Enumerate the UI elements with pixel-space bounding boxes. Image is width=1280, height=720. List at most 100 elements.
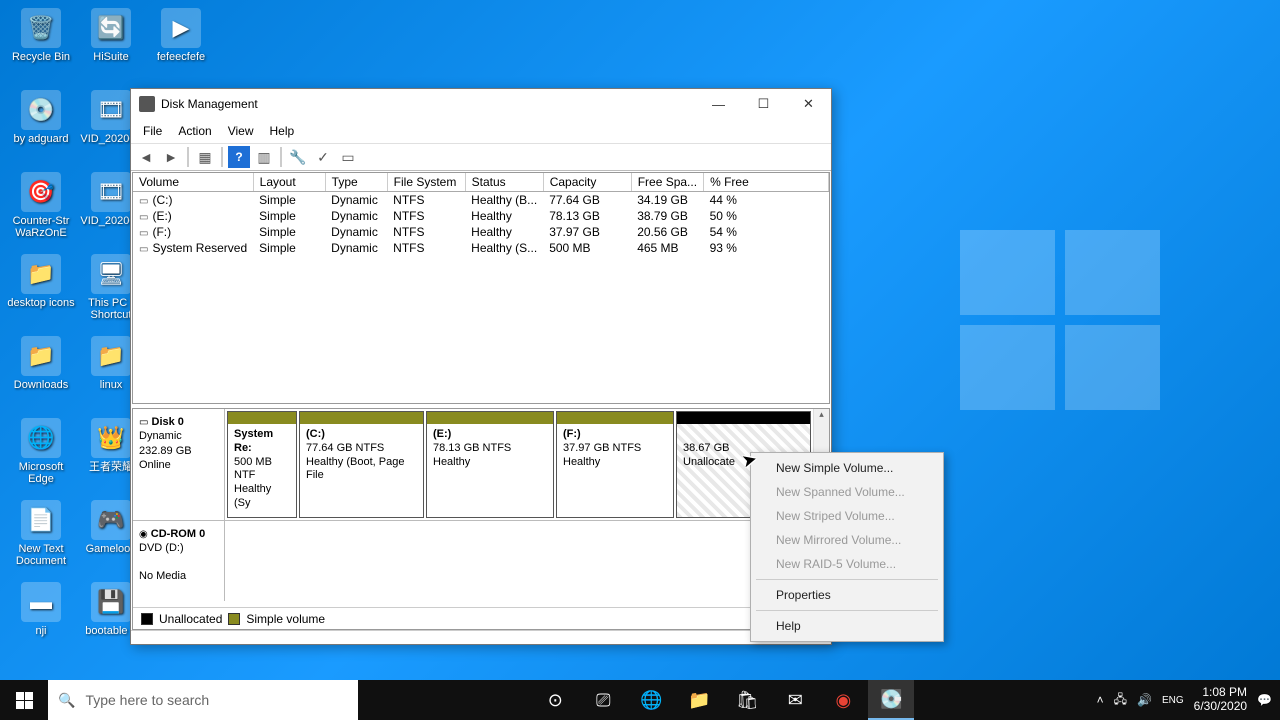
cdrom-row: ◉ CD-ROM 0 DVD (D:) No Media xyxy=(133,521,829,601)
partition-system-reserved[interactable]: System Re:500 MB NTFHealthy (Sy xyxy=(227,411,297,518)
menu-help[interactable]: Help xyxy=(262,122,303,140)
menu-new-raid5-volume: New RAID-5 Volume... xyxy=(754,552,940,576)
toolbar-icon[interactable]: 🔧 xyxy=(287,146,309,168)
cortana-button[interactable]: ⎚ xyxy=(580,680,626,720)
app-icon: 💿 xyxy=(21,90,61,130)
folder-icon: 📁 xyxy=(21,254,61,294)
context-menu: New Simple Volume... New Spanned Volume.… xyxy=(750,452,944,642)
desktop-icon-cs[interactable]: 🎯Counter-Str WaRzOnE xyxy=(6,170,76,248)
col-pct[interactable]: % Free xyxy=(704,173,829,192)
tray-network-icon[interactable]: 🖧 xyxy=(1114,690,1127,711)
taskbar: 🔍 Type here to search ⊙ ⎚ 🌐 📁 🛍 ✉ ◉ 💽 ˄ … xyxy=(0,680,1280,720)
volume-row[interactable]: System ReservedSimpleDynamicNTFSHealthy … xyxy=(133,240,829,256)
desktop-icon-adguard[interactable]: 💿by adguard xyxy=(6,88,76,166)
menu-new-mirrored-volume: New Mirrored Volume... xyxy=(754,528,940,552)
edge-icon: 🌐 xyxy=(21,418,61,458)
toolbar-icon[interactable]: ✓ xyxy=(312,146,334,168)
cdrom-header[interactable]: ◉ CD-ROM 0 DVD (D:) No Media xyxy=(133,521,225,601)
close-button[interactable]: ✕ xyxy=(786,89,831,119)
app-icon: 👑 xyxy=(91,418,131,458)
search-box[interactable]: 🔍 Type here to search xyxy=(48,680,358,720)
volume-list[interactable]: Volume Layout Type File System Status Ca… xyxy=(132,172,830,404)
col-layout[interactable]: Layout xyxy=(253,173,325,192)
desktop-icon-edge[interactable]: 🌐Microsoft Edge xyxy=(6,416,76,494)
pc-icon: 🖥 xyxy=(91,254,131,294)
volume-row[interactable]: (E:)SimpleDynamicNTFSHealthy78.13 GB38.7… xyxy=(133,208,829,224)
menu-file[interactable]: File xyxy=(135,122,170,140)
toolbar-icon[interactable]: ▥ xyxy=(253,146,275,168)
taskbar-disk-management[interactable]: 💽 xyxy=(868,680,914,720)
cdrom-icon: ◉ xyxy=(139,529,148,540)
separator xyxy=(280,147,282,167)
col-capacity[interactable]: Capacity xyxy=(543,173,631,192)
tray-clock[interactable]: 1:08 PM 6/30/2020 xyxy=(1194,686,1247,714)
system-tray: ˄ 🖧 🔊 ENG 1:08 PM 6/30/2020 💬 xyxy=(1089,680,1280,720)
recycle-bin-icon: 🗑️ xyxy=(21,8,61,48)
app-icon xyxy=(139,96,155,112)
desktop-icon-nji[interactable]: ▬nji xyxy=(6,580,76,658)
toolbar: ◄ ► ▦ ? ▥ 🔧 ✓ ▭ xyxy=(131,143,831,171)
minimize-button[interactable]: — xyxy=(696,89,741,119)
partition-f[interactable]: (F:)37.97 GB NTFSHealthy xyxy=(556,411,674,518)
search-icon: 🔍 xyxy=(58,692,75,709)
col-status[interactable]: Status xyxy=(465,173,543,192)
menu-properties[interactable]: Properties xyxy=(754,583,940,607)
start-button[interactable] xyxy=(0,680,48,720)
desktop-icon-hisuite[interactable]: 🔄HiSuite xyxy=(76,6,146,84)
back-button[interactable]: ◄ xyxy=(135,146,157,168)
app-icon: 🎯 xyxy=(21,172,61,212)
legend-swatch-simple xyxy=(228,613,240,625)
desktop[interactable]: 🗑️Recycle Bin 🔄HiSuite ▶fefeecfefe 💿by a… xyxy=(0,0,1280,720)
partition-e[interactable]: (E:)78.13 GB NTFSHealthy xyxy=(426,411,554,518)
disk-management-window: Disk Management — ☐ ✕ File Action View H… xyxy=(130,88,832,645)
desktop-icon-downloads[interactable]: 📁Downloads xyxy=(6,334,76,412)
col-type[interactable]: Type xyxy=(325,173,387,192)
legend-swatch-unallocated xyxy=(141,613,153,625)
forward-button[interactable]: ► xyxy=(160,146,182,168)
titlebar[interactable]: Disk Management — ☐ ✕ xyxy=(131,89,831,119)
disk-icon: ▭ xyxy=(139,417,148,428)
legend: Unallocated Simple volume xyxy=(133,607,829,629)
tray-language-icon[interactable]: ENG xyxy=(1162,695,1184,706)
tray-volume-icon[interactable]: 🔊 xyxy=(1137,693,1152,707)
menu-new-simple-volume[interactable]: New Simple Volume... xyxy=(754,456,940,480)
maximize-button[interactable]: ☐ xyxy=(741,89,786,119)
desktop-icon-fefe[interactable]: ▶fefeecfefe xyxy=(146,6,216,84)
window-title: Disk Management xyxy=(161,97,258,111)
desktop-icon-newtext[interactable]: 📄New Text Document xyxy=(6,498,76,576)
disk-graphical-view: ▭ Disk 0 Dynamic 232.89 GB Online System… xyxy=(132,408,830,630)
task-view-button[interactable]: ⊙ xyxy=(532,680,578,720)
menu-help[interactable]: Help xyxy=(754,614,940,638)
desktop-icon-recycle-bin[interactable]: 🗑️Recycle Bin xyxy=(6,6,76,84)
taskbar-explorer[interactable]: 📁 xyxy=(676,680,722,720)
menu-bar: File Action View Help xyxy=(131,119,831,143)
drive-icon: 💾 xyxy=(91,582,131,622)
taskbar-store[interactable]: 🛍 xyxy=(724,680,770,720)
disk-0-header[interactable]: ▭ Disk 0 Dynamic 232.89 GB Online xyxy=(133,409,225,520)
col-volume[interactable]: Volume xyxy=(133,173,253,192)
folder-icon: 📁 xyxy=(21,336,61,376)
taskbar-edge[interactable]: 🌐 xyxy=(628,680,674,720)
taskbar-mail[interactable]: ✉ xyxy=(772,680,818,720)
taskbar-chrome[interactable]: ◉ xyxy=(820,680,866,720)
volume-row[interactable]: (F:)SimpleDynamicNTFSHealthy37.97 GB20.5… xyxy=(133,224,829,240)
help-icon[interactable]: ? xyxy=(228,146,250,168)
menu-action[interactable]: Action xyxy=(170,122,219,140)
tray-chevron-icon[interactable]: ˄ xyxy=(1097,693,1104,707)
col-free[interactable]: Free Spa... xyxy=(631,173,703,192)
menu-view[interactable]: View xyxy=(220,122,262,140)
desktop-icon-desktopicons[interactable]: 📁desktop icons xyxy=(6,252,76,330)
tray-notifications-icon[interactable]: 💬 xyxy=(1257,693,1272,707)
drive-icon: ▬ xyxy=(21,582,61,622)
volume-row[interactable]: (C:)SimpleDynamicNTFSHealthy (B...77.64 … xyxy=(133,192,829,209)
partition-c[interactable]: (C:)77.64 GB NTFSHealthy (Boot, Page Fil… xyxy=(299,411,424,518)
toolbar-icon[interactable]: ▦ xyxy=(194,146,216,168)
wallpaper-logo xyxy=(960,230,1160,410)
app-icon: ▶ xyxy=(161,8,201,48)
app-icon: 🎮 xyxy=(91,500,131,540)
toolbar-icon[interactable]: ▭ xyxy=(337,146,359,168)
col-fs[interactable]: File System xyxy=(387,173,465,192)
menu-new-spanned-volume: New Spanned Volume... xyxy=(754,480,940,504)
menu-new-striped-volume: New Striped Volume... xyxy=(754,504,940,528)
separator xyxy=(187,147,189,167)
